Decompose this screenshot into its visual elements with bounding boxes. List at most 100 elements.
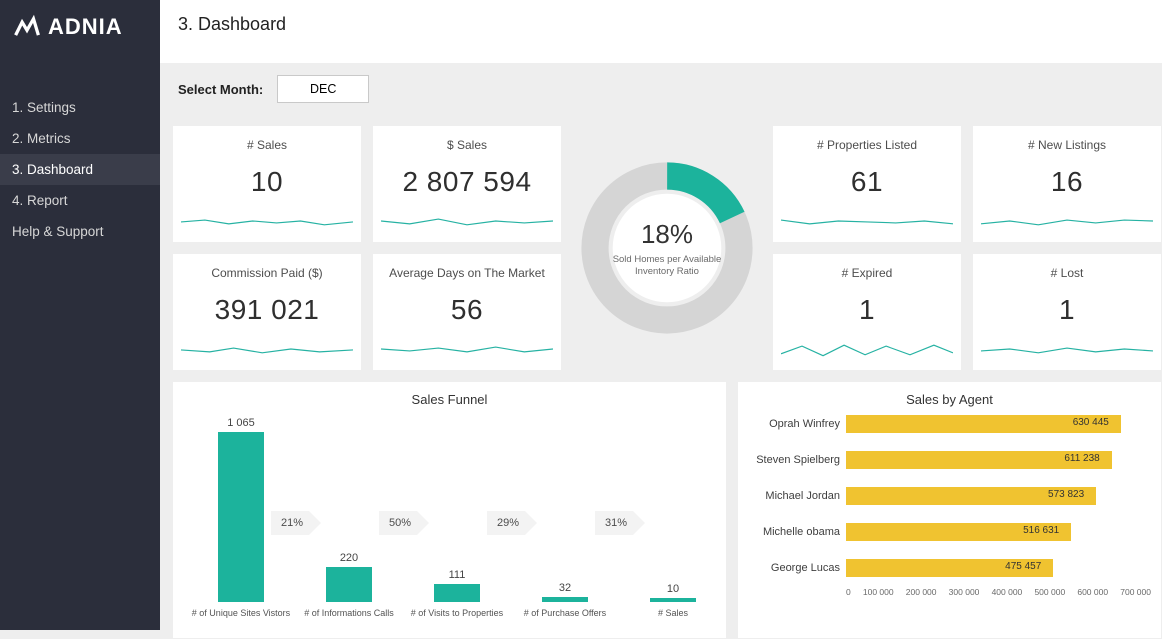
sales-by-agent-panel: Sales by Agent Oprah Winfrey 630 445 Steve…	[737, 381, 1162, 639]
funnel-conversion-arrow: 21%	[271, 511, 309, 535]
agent-title: Sales by Agent	[748, 392, 1151, 407]
axis-tick: 200 000	[906, 587, 937, 597]
funnel-bar-rect	[542, 597, 588, 602]
select-month-label: Select Month:	[178, 82, 263, 97]
funnel-bar-value: 32	[535, 582, 595, 594]
kpi-title: Commission Paid ($)	[211, 266, 322, 280]
agent-value: 516 631	[1023, 525, 1059, 536]
funnel-title: Sales Funnel	[183, 392, 716, 407]
sparkline	[981, 340, 1153, 358]
kpi-value: 61	[851, 166, 883, 198]
nav-item-settings[interactable]: 1. Settings	[0, 92, 160, 123]
sparkline	[181, 340, 353, 358]
kpi-value: 56	[451, 294, 483, 326]
sales-funnel-panel: Sales Funnel 1 065# of Unique Sites Vist…	[172, 381, 727, 639]
axis-tick: 600 000	[1077, 587, 1108, 597]
kpi-card-dollar-sales: $ Sales 2 807 594	[372, 125, 562, 243]
agent-value: 611 238	[1064, 453, 1099, 464]
kpi-value: 10	[251, 166, 283, 198]
brand: ADNIA	[0, 0, 160, 60]
main: 3. Dashboard Select Month: # Sales 10 $ …	[160, 0, 1162, 630]
axis-tick: 0	[846, 587, 851, 597]
funnel-conversion-arrow: 29%	[487, 511, 525, 535]
kpi-title: $ Sales	[447, 138, 487, 152]
agent-name: Michael Jordan	[748, 490, 846, 502]
axis-tick: 100 000	[863, 587, 894, 597]
logo-icon	[14, 14, 40, 40]
funnel-bar-rect	[218, 432, 264, 602]
kpi-title: Average Days on The Market	[389, 266, 545, 280]
funnel-step-label: # of Visits to Properties	[397, 608, 517, 618]
sparkline	[381, 340, 553, 358]
kpi-value: 1	[859, 294, 875, 326]
axis-tick: 300 000	[949, 587, 980, 597]
kpi-card-new-listings: # New Listings 16	[972, 125, 1162, 243]
kpi-title: # Expired	[842, 266, 893, 280]
sparkline	[781, 340, 953, 358]
agent-name: Oprah Winfrey	[748, 418, 846, 430]
nav: 1. Settings 2. Metrics 3. Dashboard 4. R…	[0, 92, 160, 247]
sparkline	[181, 212, 353, 230]
funnel-bar-value: 10	[643, 583, 703, 595]
sparkline	[981, 212, 1153, 230]
kpi-card-num-sales: # Sales 10	[172, 125, 362, 243]
funnel-chart: 1 065# of Unique Sites Vistors220# of In…	[183, 415, 716, 620]
kpi-value: 391 021	[215, 294, 320, 326]
agent-bar-track: 630 445	[846, 415, 1151, 433]
agent-chart: Oprah Winfrey 630 445 Steven Spielberg 611 …	[748, 415, 1151, 597]
month-select[interactable]	[277, 75, 369, 103]
month-select-row: Select Month:	[160, 63, 1162, 115]
funnel-bar: 220	[319, 552, 379, 602]
funnel-bar-value: 111	[427, 569, 487, 581]
agent-bar-track: 516 631	[846, 523, 1151, 541]
kpi-card-avg-days: Average Days on The Market 56	[372, 253, 562, 371]
agent-row: Michael Jordan 573 823	[748, 487, 1151, 505]
funnel-step-label: # Sales	[613, 608, 733, 618]
kpi-grid: # Sales 10 $ Sales 2 807 594 18% Sold Ho…	[172, 125, 1162, 371]
agent-bar-track: 573 823	[846, 487, 1151, 505]
agent-row: Steven Spielberg 611 238	[748, 451, 1151, 469]
kpi-card-properties-listed: # Properties Listed 61	[772, 125, 962, 243]
kpi-title: # Properties Listed	[817, 138, 917, 152]
funnel-bar-rect	[326, 567, 372, 602]
funnel-step-label: # of Purchase Offers	[505, 608, 625, 618]
funnel-bar-rect	[650, 598, 696, 602]
funnel-conversion-arrow: 50%	[379, 511, 417, 535]
agent-row: Michelle obama 516 631	[748, 523, 1151, 541]
kpi-title: # New Listings	[1028, 138, 1106, 152]
nav-item-report[interactable]: 4. Report	[0, 185, 160, 216]
funnel-bar: 111	[427, 569, 487, 602]
agent-value: 475 457	[1005, 561, 1041, 572]
kpi-value: 2 807 594	[402, 166, 531, 198]
agent-name: George Lucas	[748, 562, 846, 574]
brand-text: ADNIA	[48, 14, 123, 40]
kpi-card-lost: # Lost 1	[972, 253, 1162, 371]
agent-name: Steven Spielberg	[748, 454, 846, 466]
donut-percent: 18%	[612, 219, 722, 250]
kpi-card-expired: # Expired 1	[772, 253, 962, 371]
agent-bar-track: 475 457	[846, 559, 1151, 577]
bottom-panels: Sales Funnel 1 065# of Unique Sites Vist…	[172, 381, 1162, 639]
funnel-conversion-arrow: 31%	[595, 511, 633, 535]
funnel-bar-value: 220	[319, 552, 379, 564]
funnel-bar: 32	[535, 582, 595, 602]
agent-value: 630 445	[1073, 417, 1109, 428]
nav-item-metrics[interactable]: 2. Metrics	[0, 123, 160, 154]
kpi-value: 16	[1051, 166, 1083, 198]
agent-value: 573 823	[1048, 489, 1084, 500]
kpi-title: # Lost	[1051, 266, 1084, 280]
kpi-card-commission: Commission Paid ($) 391 021	[172, 253, 362, 371]
kpi-donut: 18% Sold Homes per Available Inventory R…	[572, 125, 762, 371]
funnel-bar-rect	[434, 584, 480, 602]
axis-tick: 500 000	[1034, 587, 1065, 597]
funnel-step-label: # of Unique Sites Vistors	[181, 608, 301, 618]
agent-name: Michelle obama	[748, 526, 846, 538]
sidebar: ADNIA 1. Settings 2. Metrics 3. Dashboar…	[0, 0, 160, 630]
nav-item-dashboard[interactable]: 3. Dashboard	[0, 154, 160, 185]
nav-item-help[interactable]: Help & Support	[0, 216, 160, 247]
funnel-bar: 10	[643, 583, 703, 602]
agent-row: George Lucas 475 457	[748, 559, 1151, 577]
funnel-step-label: # of Informations Calls	[289, 608, 409, 618]
kpi-value: 1	[1059, 294, 1075, 326]
axis-tick: 700 000	[1120, 587, 1151, 597]
